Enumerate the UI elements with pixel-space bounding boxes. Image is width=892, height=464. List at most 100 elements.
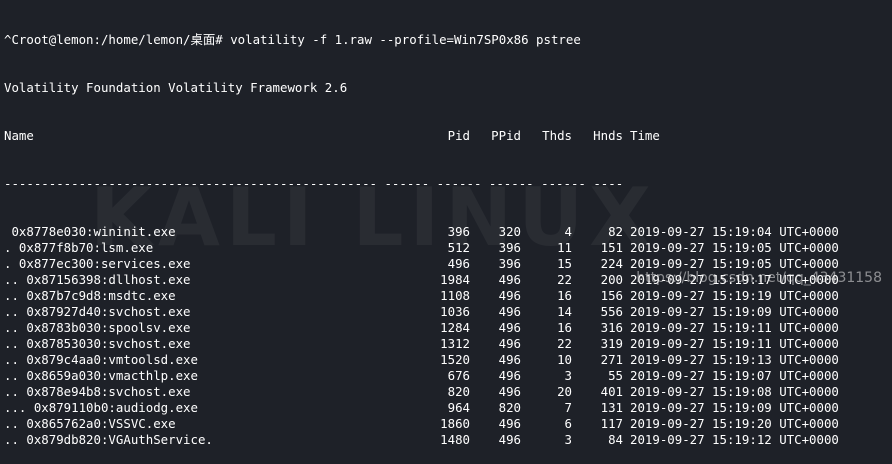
- process-time: 2019-09-27 15:19:13 UTC+0000: [630, 352, 839, 367]
- process-time: 2019-09-27 15:19:12 UTC+0000: [630, 432, 839, 447]
- process-time: 2019-09-27 15:19:09 UTC+0000: [630, 304, 839, 319]
- process-pid: 1108: [440, 288, 470, 303]
- process-threads: 22: [557, 336, 572, 351]
- process-name: .. 0x865762a0:VSSVC.exe: [4, 416, 176, 431]
- process-name: .. 0x87927d40:svchost.exe: [4, 304, 191, 319]
- process-time: 2019-09-27 15:19:11 UTC+0000: [630, 320, 839, 335]
- process-time: 2019-09-27 15:19:19 UTC+0000: [630, 288, 839, 303]
- process-threads: 7: [564, 400, 572, 415]
- table-header-row: Name Pid PPid Thds Hnds Time: [4, 128, 892, 144]
- process-name: .. 0x87853030:svchost.exe: [4, 336, 191, 351]
- table-row: . 0x877ec300:services.exe 496 396 15 224 2019…: [4, 256, 892, 272]
- process-name: .. 0x879c4aa0:vmtoolsd.exe: [4, 352, 198, 367]
- table-row: . 0x877f8b70:lsm.exe 512 396 11 151 2019-09-2…: [4, 240, 892, 256]
- table-row: .. 0x879c4aa0:vmtoolsd.exe 1520 496 10 271 20…: [4, 352, 892, 368]
- process-pid: 1860: [440, 416, 470, 431]
- process-time: 2019-09-27 15:19:05 UTC+0000: [630, 256, 839, 271]
- process-threads: 20: [557, 384, 572, 399]
- process-threads: 14: [557, 304, 572, 319]
- process-time: 2019-09-27 15:19:08 UTC+0000: [630, 384, 839, 399]
- process-name: .. 0x879db820:VGAuthService.: [4, 432, 213, 447]
- process-ppid: 496: [498, 288, 521, 303]
- process-name: 0x8778e030:wininit.exe: [4, 224, 176, 239]
- table-row: .. 0x878e94b8:svchost.exe 820 496 20 401 2019…: [4, 384, 892, 400]
- header-name: Name: [4, 128, 34, 143]
- process-ppid: 496: [498, 336, 521, 351]
- header-pid: Pid: [447, 128, 470, 143]
- process-ppid: 496: [498, 384, 521, 399]
- process-ppid: 396: [498, 240, 521, 255]
- header-hnds: Hnds: [593, 128, 623, 143]
- table-row: .. 0x87853030:svchost.exe 1312 496 22 319 201…: [4, 336, 892, 352]
- process-handles: 55: [608, 368, 623, 383]
- process-handles: 156: [600, 288, 623, 303]
- process-pid: 964: [447, 400, 470, 415]
- process-ppid: 496: [498, 416, 521, 431]
- process-time: 2019-09-27 15:19:09 UTC+0000: [630, 400, 839, 415]
- table-separator: ----------------------------------------…: [4, 176, 624, 191]
- process-threads: 4: [564, 224, 572, 239]
- table-row: .. 0x87927d40:svchost.exe 1036 496 14 556 201…: [4, 304, 892, 320]
- process-threads: 16: [557, 320, 572, 335]
- process-pid: 512: [447, 240, 470, 255]
- process-pid: 1984: [440, 272, 470, 287]
- process-handles: 151: [600, 240, 623, 255]
- table-row: .. 0x87b7c9d8:msdtc.exe 1108 496 16 156 2019-…: [4, 288, 892, 304]
- process-time: 2019-09-27 15:19:20 UTC+0000: [630, 416, 839, 431]
- process-handles: 401: [600, 384, 623, 399]
- process-time: 2019-09-27 15:19:04 UTC+0000: [630, 224, 839, 239]
- process-name: .. 0x8783b030:spoolsv.exe: [4, 320, 191, 335]
- process-pid: 1480: [440, 432, 470, 447]
- process-handles: 316: [600, 320, 623, 335]
- table-row: .. 0x8659a030:vmacthlp.exe 676 496 3 55 2019-…: [4, 368, 892, 384]
- table-row: 0x8778e030:wininit.exe 396 320 4 82 2019-09-2…: [4, 224, 892, 240]
- process-name: .. 0x8659a030:vmacthlp.exe: [4, 368, 198, 383]
- header-ppid: PPid: [491, 128, 521, 143]
- process-handles: 556: [600, 304, 623, 319]
- process-time: 2019-09-27 15:19:07 UTC+0000: [630, 368, 839, 383]
- table-row: .. 0x879db820:VGAuthService. 1480 496 3 84 20…: [4, 432, 892, 448]
- process-handles: 224: [600, 256, 623, 271]
- table-row: .. 0x865762a0:VSSVC.exe 1860 496 6 117 2019-0…: [4, 416, 892, 432]
- process-name: .. 0x87b7c9d8:msdtc.exe: [4, 288, 176, 303]
- process-ppid: 496: [498, 368, 521, 383]
- process-threads: 3: [564, 368, 572, 383]
- process-time: 2019-09-27 15:19:17 UTC+0000: [630, 272, 839, 287]
- table-row: ... 0x879110b0:audiodg.exe 964 820 7 131 2019…: [4, 400, 892, 416]
- process-ppid: 396: [498, 256, 521, 271]
- table-row: .. 0x87156398:dllhost.exe 1984 496 22 200 201…: [4, 272, 892, 288]
- process-threads: 6: [564, 416, 572, 431]
- process-ppid: 496: [498, 352, 521, 367]
- volatility-banner: Volatility Foundation Volatility Framewo…: [4, 80, 348, 95]
- process-pid: 676: [447, 368, 470, 383]
- header-time: Time: [630, 128, 660, 143]
- process-pid: 496: [447, 256, 470, 271]
- process-pid: 1520: [440, 352, 470, 367]
- process-threads: 22: [557, 272, 572, 287]
- process-threads: 11: [557, 240, 572, 255]
- terminal-output[interactable]: ^Croot@lemon:/home/lemon/桌面# volatility …: [4, 0, 892, 447]
- process-ppid: 820: [498, 400, 521, 415]
- process-handles: 117: [600, 416, 623, 431]
- process-handles: 319: [600, 336, 623, 351]
- process-threads: 3: [564, 432, 572, 447]
- table-row: .. 0x8783b030:spoolsv.exe 1284 496 16 316 201…: [4, 320, 892, 336]
- process-ppid: 496: [498, 320, 521, 335]
- process-handles: 82: [608, 224, 623, 239]
- process-name: .. 0x878e94b8:svchost.exe: [4, 384, 191, 399]
- process-pid: 396: [447, 224, 470, 239]
- process-handles: 200: [600, 272, 623, 287]
- process-handles: 131: [600, 400, 623, 415]
- process-ppid: 496: [498, 432, 521, 447]
- process-pid: 820: [447, 384, 470, 399]
- process-pid: 1284: [440, 320, 470, 335]
- process-name: . 0x877f8b70:lsm.exe: [4, 240, 154, 255]
- process-threads: 10: [557, 352, 572, 367]
- process-handles: 271: [600, 352, 623, 367]
- process-ppid: 320: [498, 224, 521, 239]
- process-ppid: 496: [498, 304, 521, 319]
- process-tree-rows: 0x8778e030:wininit.exe 396 320 4 82 2019-09-2…: [4, 224, 892, 448]
- header-thds: Thds: [542, 128, 572, 143]
- process-threads: 16: [557, 288, 572, 303]
- command-prompt-line: ^Croot@lemon:/home/lemon/桌面# volatility …: [4, 32, 581, 47]
